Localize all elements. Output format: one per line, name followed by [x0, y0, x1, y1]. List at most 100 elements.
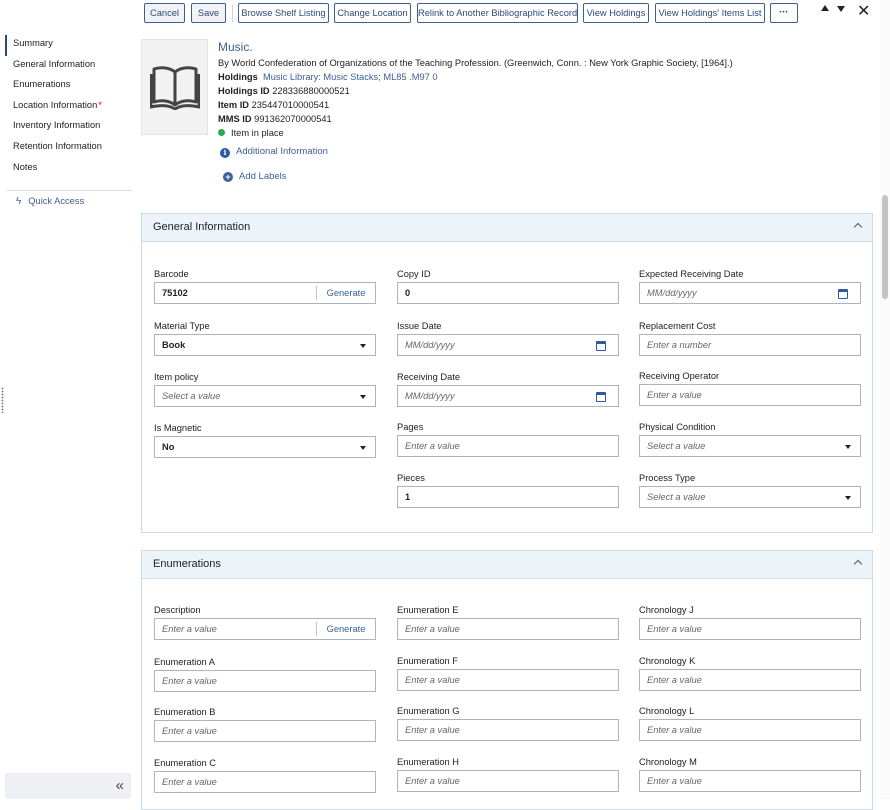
field-placeholder: Enter a value — [162, 624, 217, 634]
field-label: Enumeration G — [397, 706, 460, 716]
nav-item-general-information[interactable]: General Information — [5, 56, 130, 77]
field-label: Item policy — [154, 372, 199, 382]
caret-down-icon — [845, 496, 851, 500]
enumerations-panel: Enumerations Description Enter a value Ge… — [141, 550, 873, 810]
quick-access-link[interactable]: ϟ Quick Access — [16, 196, 84, 207]
copy-id-input[interactable]: 0 — [397, 282, 619, 304]
more-actions-button[interactable]: ••• — [770, 3, 798, 23]
lightning-icon: ϟ — [16, 196, 22, 207]
browse-shelf-listing-button[interactable]: Browse Shelf Listing — [238, 3, 329, 23]
view-holdings-items-button[interactable]: View Holdings' Items List — [655, 3, 765, 23]
caret-down-icon — [360, 344, 366, 348]
holdings-id-value: 228336880000521 — [272, 86, 350, 96]
side-navigation: Summary General Information Enumerations… — [0, 0, 134, 799]
nav-item-label: Location Information — [13, 99, 98, 110]
field-placeholder: Enter a number — [647, 340, 712, 350]
panel-header[interactable]: General Information — [142, 214, 872, 242]
item-id-label: Item ID — [218, 100, 249, 110]
field-value: 0 — [405, 288, 411, 298]
nav-item-summary[interactable]: Summary — [5, 35, 130, 56]
field-placeholder: Enter a value — [647, 390, 702, 400]
pieces-input[interactable]: 1 — [397, 486, 619, 508]
field-label: Enumeration E — [397, 605, 459, 615]
panel-header[interactable]: Enumerations — [142, 551, 872, 579]
chevron-up-icon[interactable] — [853, 222, 863, 232]
field-label: Physical Condition — [639, 422, 716, 432]
issue-date-input[interactable]: MM/dd/yyyy — [397, 334, 619, 356]
additional-information-link[interactable]: i Additional Information — [220, 146, 328, 158]
status-line: Item in place — [218, 126, 878, 140]
field-label: Issue Date — [397, 321, 442, 331]
enumeration-e-input[interactable]: Enter a value — [397, 618, 619, 640]
field-label: Process Type — [639, 473, 696, 483]
chronology-m-input[interactable]: Enter a value — [639, 770, 861, 792]
enumeration-b-input[interactable]: Enter a value — [154, 720, 376, 742]
field-placeholder: Enter a value — [647, 776, 702, 786]
calendar-icon[interactable] — [596, 392, 606, 402]
holdings-id-line: Holdings ID 228336880000521 — [218, 84, 878, 98]
mms-id-label: MMS ID — [218, 114, 252, 124]
chronology-k-input[interactable]: Enter a value — [639, 669, 861, 691]
generate-description-button[interactable]: Generate — [316, 622, 375, 636]
chevron-up-icon[interactable] — [853, 559, 863, 569]
field-label: Enumeration H — [397, 757, 460, 767]
next-record-icon[interactable] — [837, 6, 845, 12]
chronology-j-input[interactable]: Enter a value — [639, 618, 861, 640]
relink-record-button[interactable]: Relink to Another Bibliographic Record — [417, 3, 578, 23]
holdings-link[interactable]: Music Library: Music Stacks; ML85 .M97 0 — [263, 72, 438, 82]
cancel-button[interactable]: Cancel — [144, 3, 185, 23]
save-button[interactable]: Save — [191, 3, 226, 23]
change-location-button[interactable]: Change Location — [334, 3, 411, 23]
field-value: Book — [162, 340, 186, 350]
field-placeholder: Enter a value — [162, 726, 217, 736]
field-placeholder: MM/dd/yyyy — [405, 391, 455, 401]
nav-item-label: Notes — [13, 161, 38, 172]
receiving-date-input[interactable]: MM/dd/yyyy — [397, 385, 619, 407]
receiving-operator-input[interactable]: Enter a value — [639, 384, 861, 406]
previous-record-icon[interactable] — [821, 5, 829, 11]
close-icon[interactable]: ✕ — [857, 2, 870, 22]
plus-circle-icon: + — [223, 172, 233, 182]
enumeration-h-input[interactable]: Enter a value — [397, 770, 619, 792]
pages-input[interactable]: Enter a value — [397, 435, 619, 457]
enumeration-a-input[interactable]: Enter a value — [154, 670, 376, 692]
required-marker: * — [98, 99, 102, 110]
nav-item-location-information[interactable]: Location Information* — [5, 97, 130, 118]
add-labels-link[interactable]: + Add Labels — [223, 171, 287, 182]
collapse-sidebar-button[interactable]: « — [5, 773, 131, 799]
calendar-icon[interactable] — [838, 289, 848, 299]
caret-down-icon — [845, 445, 851, 449]
is-magnetic-select[interactable]: No — [154, 436, 376, 458]
resize-handle[interactable] — [1, 387, 4, 413]
field-placeholder: Enter a value — [647, 624, 702, 634]
field-label: Copy ID — [397, 269, 431, 279]
process-type-select[interactable]: Select a value — [639, 486, 861, 508]
enumeration-f-input[interactable]: Enter a value — [397, 669, 619, 691]
view-holdings-button[interactable]: View Holdings — [583, 3, 649, 23]
field-placeholder: Select a value — [647, 441, 706, 451]
item-policy-select[interactable]: Select a value — [154, 385, 376, 407]
holdings-label: Holdings — [218, 72, 258, 82]
field-placeholder: Select a value — [647, 492, 706, 502]
field-label: Receiving Date — [397, 372, 461, 382]
generate-barcode-button[interactable]: Generate — [316, 286, 375, 300]
nav-item-retention-information[interactable]: Retention Information — [5, 138, 130, 159]
enumeration-g-input[interactable]: Enter a value — [397, 719, 619, 741]
nav-item-notes[interactable]: Notes — [5, 159, 130, 180]
physical-condition-select[interactable]: Select a value — [639, 435, 861, 457]
nav-item-inventory-information[interactable]: Inventory Information — [5, 117, 130, 138]
barcode-input[interactable]: 75102 Generate — [154, 282, 376, 304]
expected-receiving-date-input[interactable]: MM/dd/yyyy — [639, 282, 861, 304]
scrollbar-thumb[interactable] — [882, 195, 888, 299]
nav-item-enumerations[interactable]: Enumerations — [5, 76, 130, 97]
material-type-select[interactable]: Book — [154, 334, 376, 356]
enumeration-c-input[interactable]: Enter a value — [154, 771, 376, 793]
calendar-icon[interactable] — [596, 341, 606, 351]
scrollbar-track[interactable] — [880, 0, 890, 799]
field-label: Chronology J — [639, 605, 694, 615]
record-title[interactable]: Music. — [218, 40, 878, 55]
replacement-cost-input[interactable]: Enter a number — [639, 334, 861, 356]
chronology-l-input[interactable]: Enter a value — [639, 719, 861, 741]
description-input[interactable]: Enter a value Generate — [154, 618, 376, 640]
field-label: Pages — [397, 422, 424, 432]
